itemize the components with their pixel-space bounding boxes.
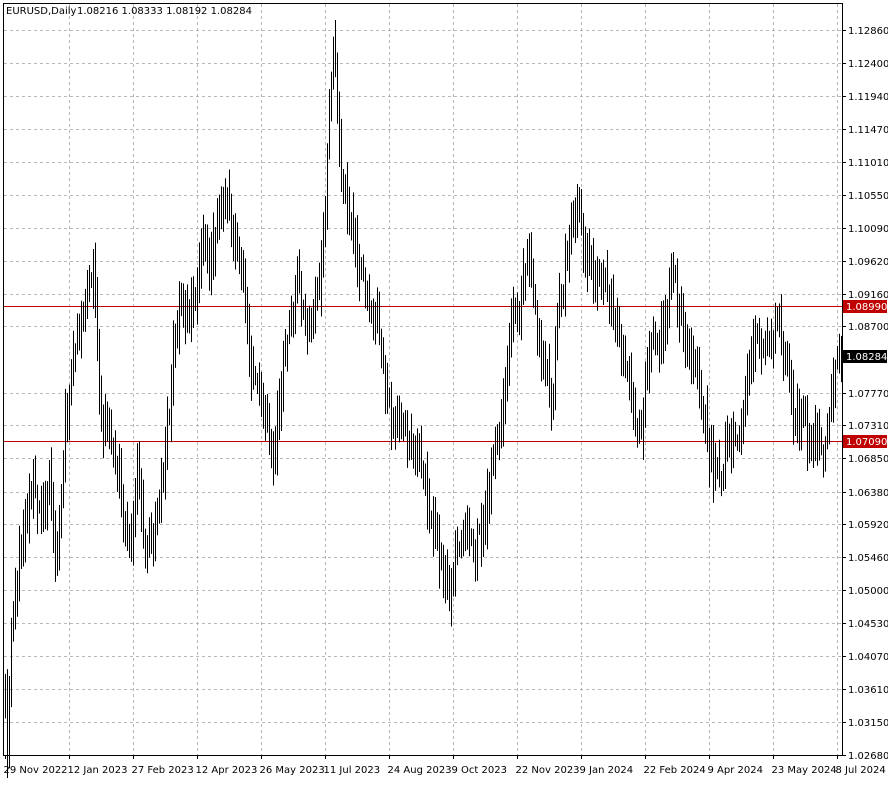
grid [4,4,842,756]
y-tick-label: 1.06850 [848,454,888,465]
horizontal-levels [4,306,842,442]
y-tick-label: 1.11010 [848,158,888,169]
x-tick-label: 12 Apr 2023 [196,765,258,776]
y-tick-label: 1.12860 [848,26,888,37]
current-price-label: 1.08284 [846,352,887,363]
plot-frame [3,3,843,756]
y-tick-label: 1.09160 [848,290,888,301]
ohlc-bars [5,19,842,778]
time-axis: 29 Nov 2022 12 Jan 2023 27 Feb 2023 12 Apr … [4,755,886,776]
chart-title: EURUSD,Daily [6,6,77,17]
level-price-label: 1.08990 [846,302,887,313]
y-tick-label: 1.12400 [848,59,888,70]
y-tick-label: 1.04070 [848,652,888,663]
x-tick-label: 11 Jul 2023 [324,765,381,776]
x-tick-label: 9 Apr 2024 [708,765,763,776]
y-tick-label: 1.04530 [848,619,888,630]
x-tick-label: 9 Jan 2024 [580,765,634,776]
y-tick-label: 1.07770 [848,389,888,400]
x-tick-label: 8 Jul 2024 [836,765,886,776]
x-tick-label: 29 Nov 2022 [4,765,68,776]
y-tick-label: 1.07310 [848,421,888,432]
x-tick-label: 27 Feb 2023 [132,765,194,776]
x-tick-label: 9 Oct 2023 [452,765,507,776]
chart-root: 1.02680 1.03150 1.03610 1.04070 1.04530 1.050… [0,0,888,781]
y-tick-label: 1.05920 [848,520,888,531]
x-tick-label: 22 Feb 2024 [644,765,706,776]
y-tick-label: 1.03150 [848,718,888,729]
y-tick-label: 1.02680 [848,751,888,762]
x-tick-label: 12 Jan 2023 [68,765,128,776]
y-tick-label: 1.03610 [848,685,888,696]
y-tick-label: 1.05460 [848,553,888,564]
y-tick-label: 1.10090 [848,224,888,235]
y-tick-label: 1.09620 [848,257,888,268]
y-tick-label: 1.10550 [848,191,888,202]
level-price-label: 1.07090 [846,437,887,448]
x-tick-label: 24 Aug 2023 [388,765,452,776]
price-axis: 1.02680 1.03150 1.03610 1.04070 1.04530 1.050… [842,26,888,762]
y-tick-label: 1.05000 [848,586,888,597]
x-tick-label: 23 May 2024 [772,765,837,776]
x-tick-label: 22 Nov 2023 [516,765,580,776]
y-tick-label: 1.11470 [848,125,888,136]
y-tick-label: 1.11940 [848,92,888,103]
y-tick-label: 1.06380 [848,488,888,499]
ohlc-readout: 1.08216 1.08333 1.08192 1.08284 [77,6,252,17]
price-chart[interactable]: 1.02680 1.03150 1.03610 1.04070 1.04530 1.050… [0,0,888,781]
x-tick-label: 26 May 2023 [260,765,325,776]
y-tick-label: 1.08700 [848,322,888,333]
